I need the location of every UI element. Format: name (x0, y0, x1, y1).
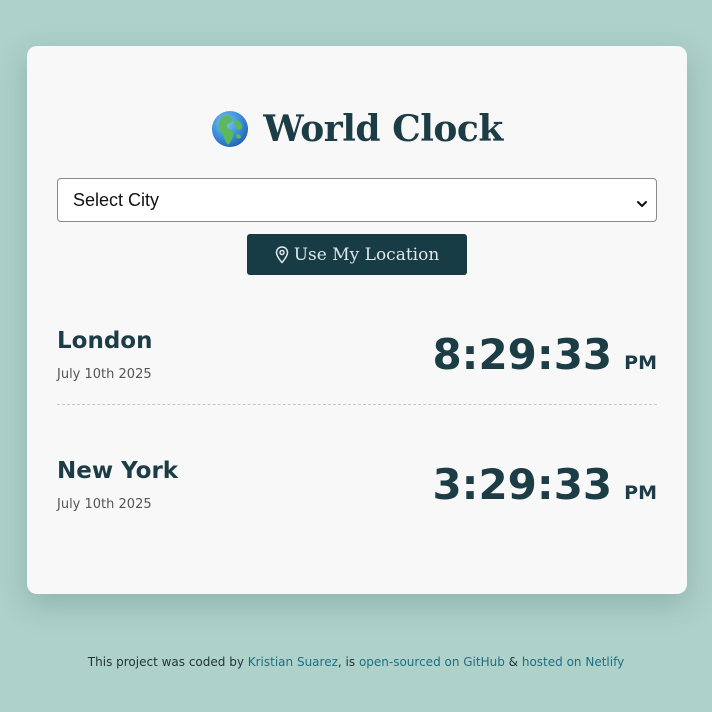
time-ampm: PM (624, 352, 657, 374)
city-date: July 10th 2025 (57, 497, 152, 512)
city-name: New York (57, 458, 179, 484)
city-row-london: London July 10th 2025 8:29:33 PM (57, 314, 657, 405)
footer-mid: , is (337, 655, 356, 669)
page-title: World Clock (27, 104, 687, 154)
use-my-location-label: Use My Location (293, 244, 440, 265)
use-my-location-button[interactable]: Use My Location (247, 234, 467, 275)
footer-prefix: This project was coded by (87, 655, 244, 669)
world-clock-card: World Clock Select City Use My Location … (27, 46, 687, 594)
city-select[interactable]: Select City (57, 178, 657, 222)
time-ampm: PM (624, 482, 657, 504)
github-link[interactable]: open-sourced on GitHub (359, 655, 505, 669)
map-pin-icon (275, 245, 289, 264)
title-text: World Clock (263, 108, 503, 150)
city-name: London (57, 328, 153, 354)
time-value: 8:29:33 (432, 330, 613, 379)
globe-icon (211, 110, 249, 148)
footer: This project was coded by Kristian Suare… (0, 655, 712, 669)
netlify-link[interactable]: hosted on Netlify (522, 655, 624, 669)
city-time: 3:29:33 PM (432, 460, 657, 509)
city-row-new-york: New York July 10th 2025 3:29:33 PM (57, 444, 657, 534)
time-value: 3:29:33 (432, 460, 613, 509)
author-link[interactable]: Kristian Suarez (248, 655, 338, 669)
chevron-down-icon (636, 194, 648, 207)
city-time: 8:29:33 PM (432, 330, 657, 379)
footer-amp: & (508, 655, 519, 669)
city-date: July 10th 2025 (57, 367, 152, 382)
city-select-value: Select City (73, 189, 160, 210)
